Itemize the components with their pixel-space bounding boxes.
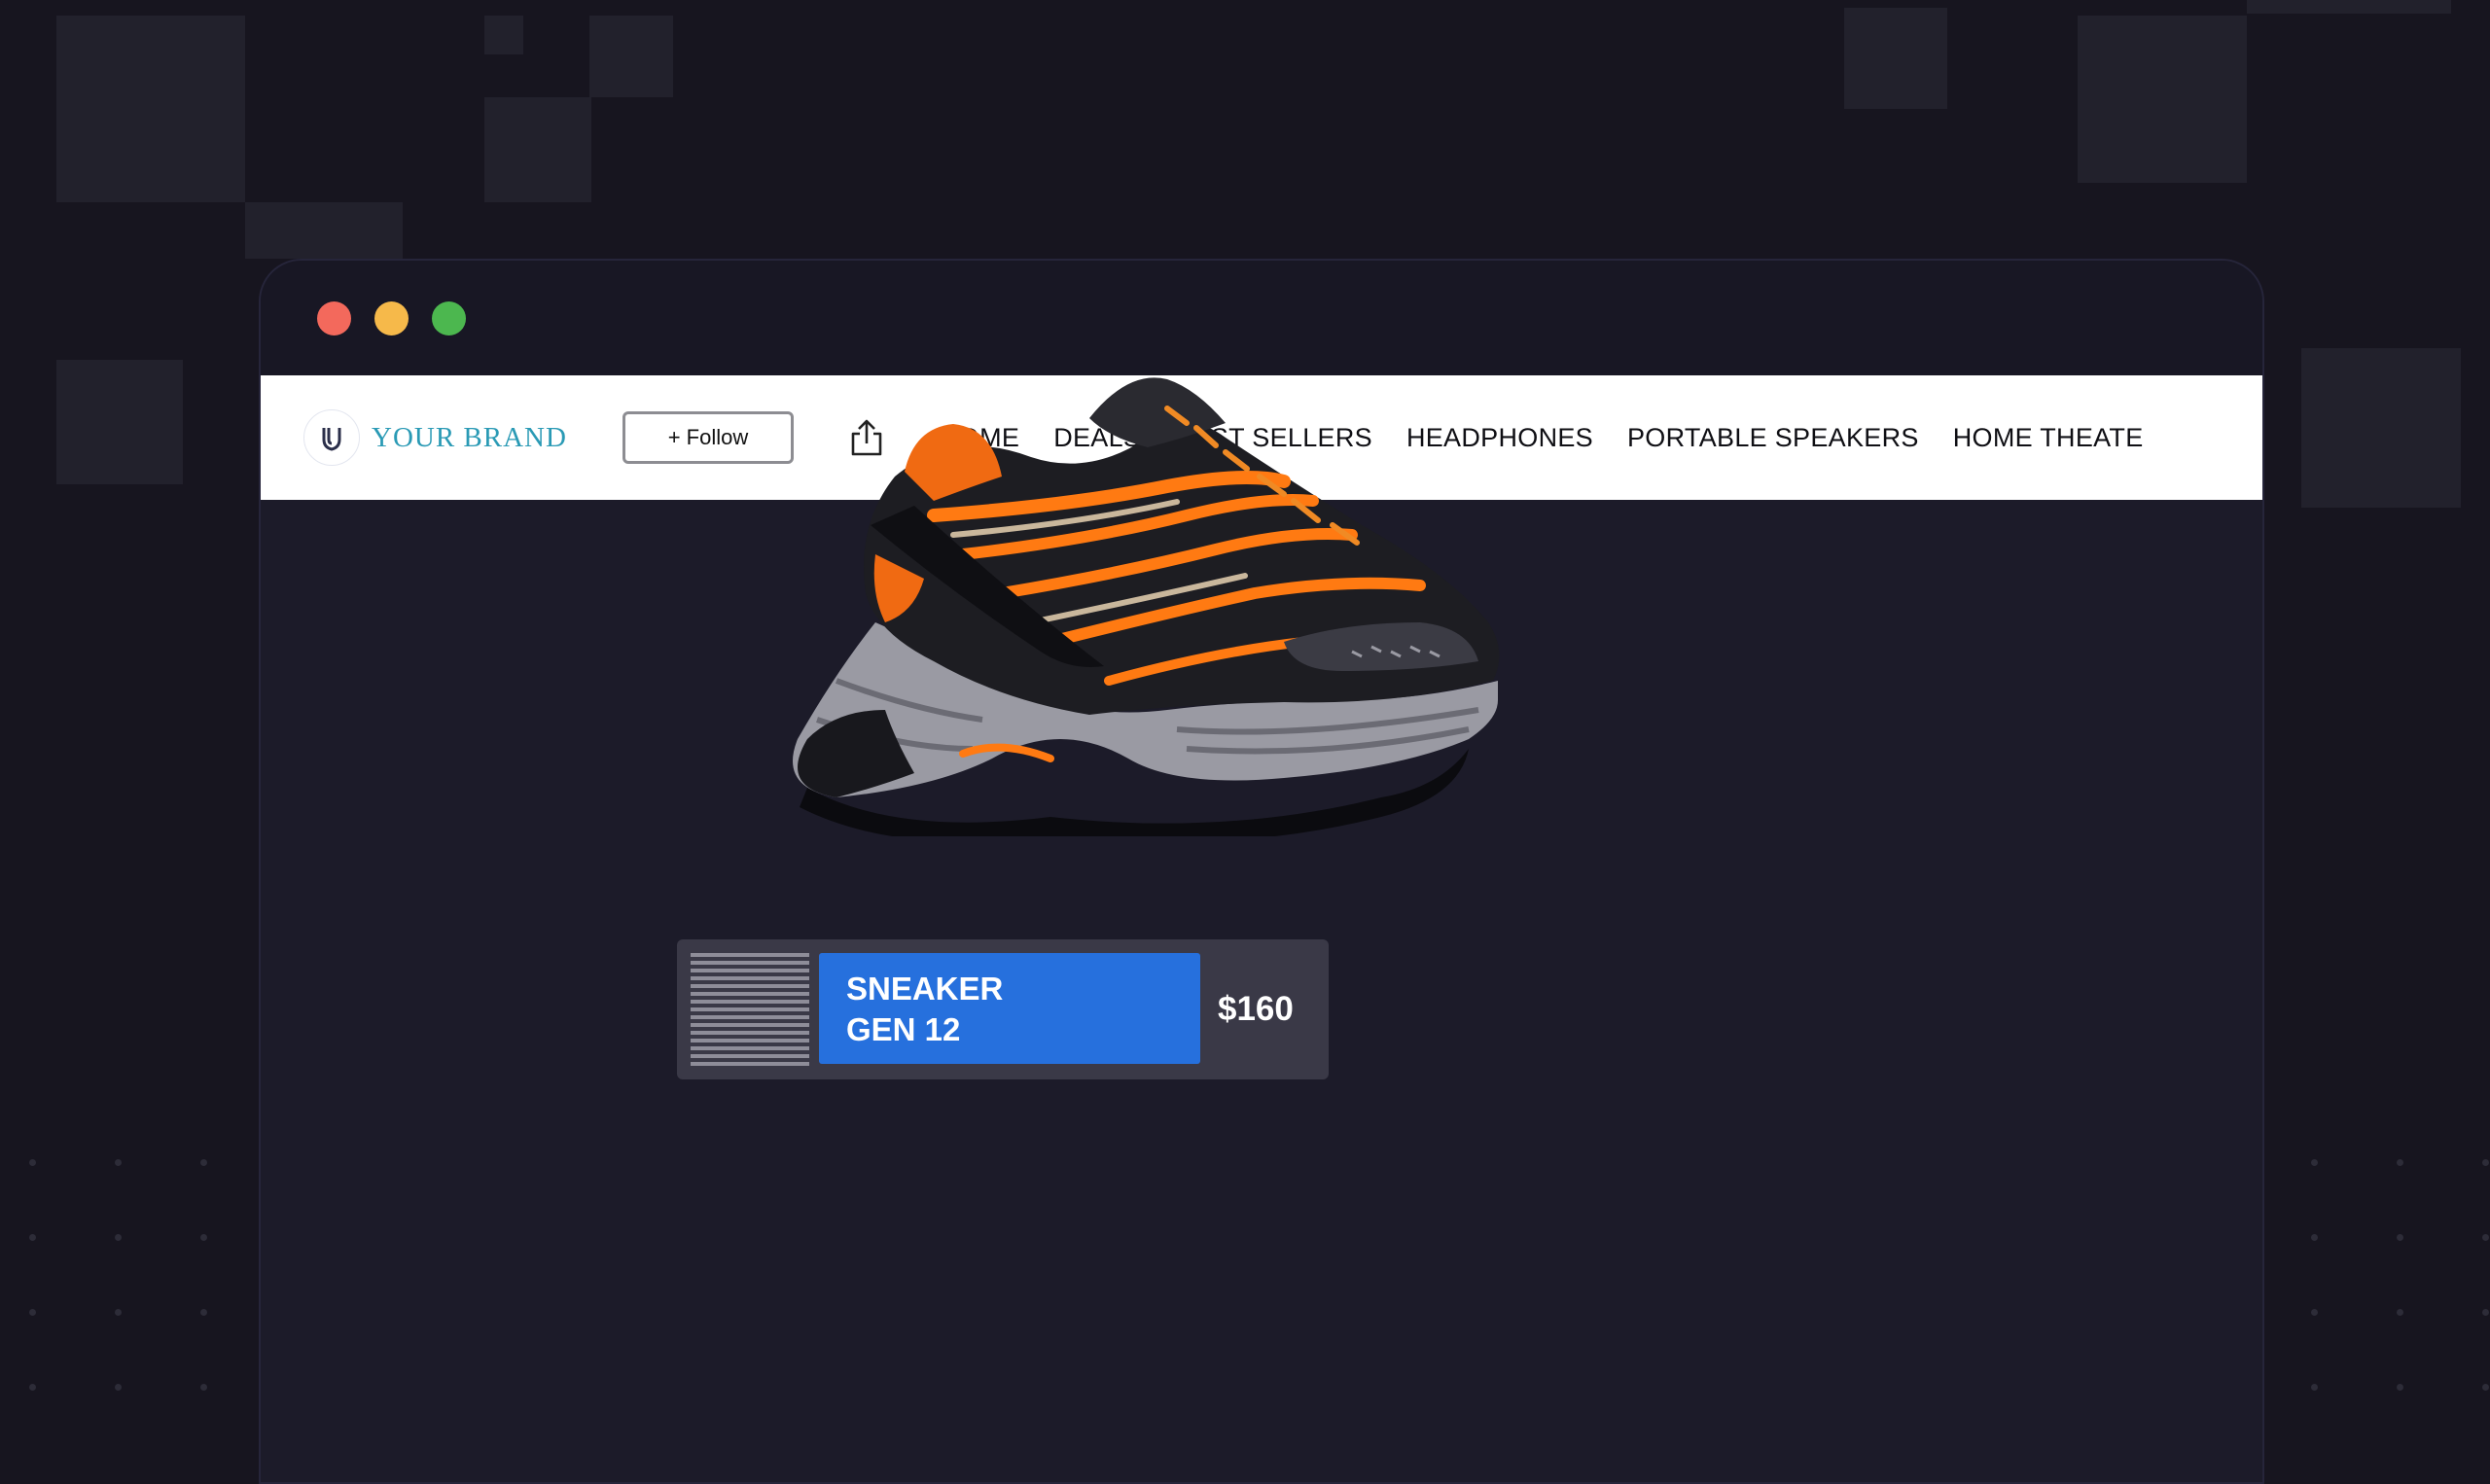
bg-square <box>245 202 403 259</box>
bg-square <box>484 16 523 54</box>
bg-square <box>2247 0 2451 14</box>
product-name: SNEAKER GEN 12 <box>819 953 1200 1064</box>
product-name-line2: GEN 12 <box>846 1011 961 1047</box>
bg-square <box>484 97 591 202</box>
window-minimize-button[interactable] <box>374 301 409 336</box>
bg-square <box>56 16 245 202</box>
product-price: $160 <box>1218 990 1294 1028</box>
sneaker-image <box>793 377 1500 836</box>
dot-grid <box>29 1159 207 1391</box>
shield-logo-icon <box>303 409 360 466</box>
barcode-graphic <box>691 953 809 1066</box>
bg-square <box>2078 16 2247 183</box>
nav-link-portable-speakers[interactable]: PORTABLE SPEAKERS <box>1627 423 1919 453</box>
product-card[interactable]: SNEAKER GEN 12 $160 <box>677 939 1329 1079</box>
bg-square <box>1844 8 1947 109</box>
window-maximize-button[interactable] <box>432 301 466 336</box>
brand[interactable]: YOUR BRAND <box>303 406 567 469</box>
dot-grid <box>2311 1159 2489 1391</box>
brand-name: YOUR BRAND <box>372 421 567 453</box>
product-name-line1: SNEAKER <box>846 971 1004 1007</box>
bg-square <box>2301 348 2461 508</box>
window-close-button[interactable] <box>317 301 351 336</box>
bg-square <box>56 360 183 484</box>
bg-square <box>589 16 673 97</box>
nav-link-home-theater[interactable]: HOME THEATE <box>1953 423 2144 453</box>
